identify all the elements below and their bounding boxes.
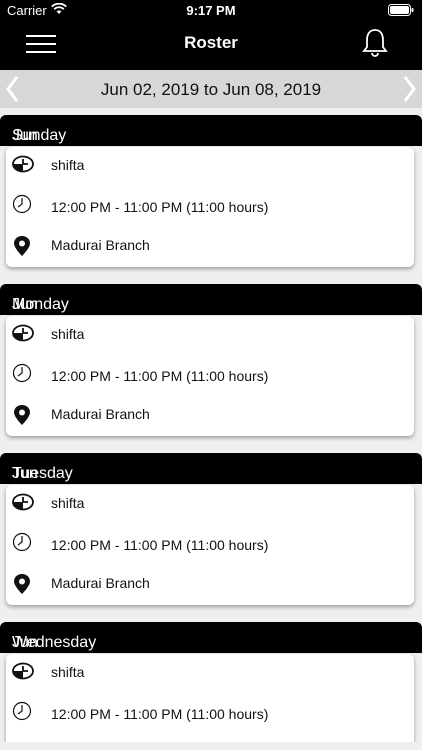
shift-location: Madurai Branch	[51, 237, 150, 253]
top-bar: Carrier 9:17 PM Roster	[0, 0, 422, 70]
shift-time: 12:00 PM - 11:00 PM (11:00 hours)	[51, 199, 269, 215]
status-time: 9:17 PM	[186, 3, 236, 18]
shift-name: shifta	[51, 326, 85, 342]
clock-icon	[12, 701, 32, 721]
shift-name: shifta	[51, 157, 85, 173]
shift-location: Madurai Branch	[51, 575, 150, 591]
day-header: Sunday Jun 02, 2019	[0, 115, 422, 180]
shift-time: 12:00 PM - 11:00 PM (11:00 hours)	[51, 368, 269, 384]
battery-icon	[388, 4, 414, 19]
shift-card[interactable]: shifta 12:00 PM - 11:00 PM (11:00 hours)…	[6, 147, 414, 267]
clock-icon	[12, 194, 32, 214]
location-pin-icon	[12, 573, 32, 594]
chevron-right-icon	[403, 76, 416, 102]
shift-time: 12:00 PM - 11:00 PM (11:00 hours)	[51, 537, 269, 553]
shift-icon	[12, 324, 34, 344]
page-title: Roster	[184, 33, 238, 52]
status-bar: Carrier 9:17 PM	[0, 0, 422, 22]
shift-card[interactable]: shifta 12:00 PM - 11:00 PM (11:00 hours)…	[6, 485, 414, 605]
notifications-button[interactable]	[361, 28, 389, 58]
date-range-bar: Jun 02, 2019 to Jun 08, 2019	[0, 70, 422, 108]
day-header: Wednesday Jun 05, 2019	[0, 622, 422, 687]
location-pin-icon	[12, 404, 32, 425]
shift-icon	[12, 493, 34, 513]
shift-icon	[12, 155, 34, 175]
bottom-edge	[0, 742, 422, 750]
shift-card[interactable]: shifta 12:00 PM - 11:00 PM (11:00 hours)…	[6, 316, 414, 436]
shift-name: shifta	[51, 495, 85, 511]
clock-icon	[12, 532, 32, 552]
location-pin-icon	[12, 235, 32, 256]
shift-location: Madurai Branch	[51, 406, 150, 422]
bell-icon	[362, 29, 388, 57]
day-header: Monday Jun 03, 2019	[0, 284, 422, 349]
shift-icon	[12, 662, 34, 682]
day-header: Tuesday Jun 04, 2019	[0, 453, 422, 518]
next-week-button[interactable]	[399, 74, 419, 104]
shift-name: shifta	[51, 664, 85, 680]
shift-card[interactable]: shifta 12:00 PM - 11:00 PM (11:00 hours)	[6, 654, 414, 750]
shift-time: 12:00 PM - 11:00 PM (11:00 hours)	[51, 706, 269, 722]
date-range-label: Jun 02, 2019 to Jun 08, 2019	[100, 80, 322, 99]
clock-icon	[12, 363, 32, 383]
